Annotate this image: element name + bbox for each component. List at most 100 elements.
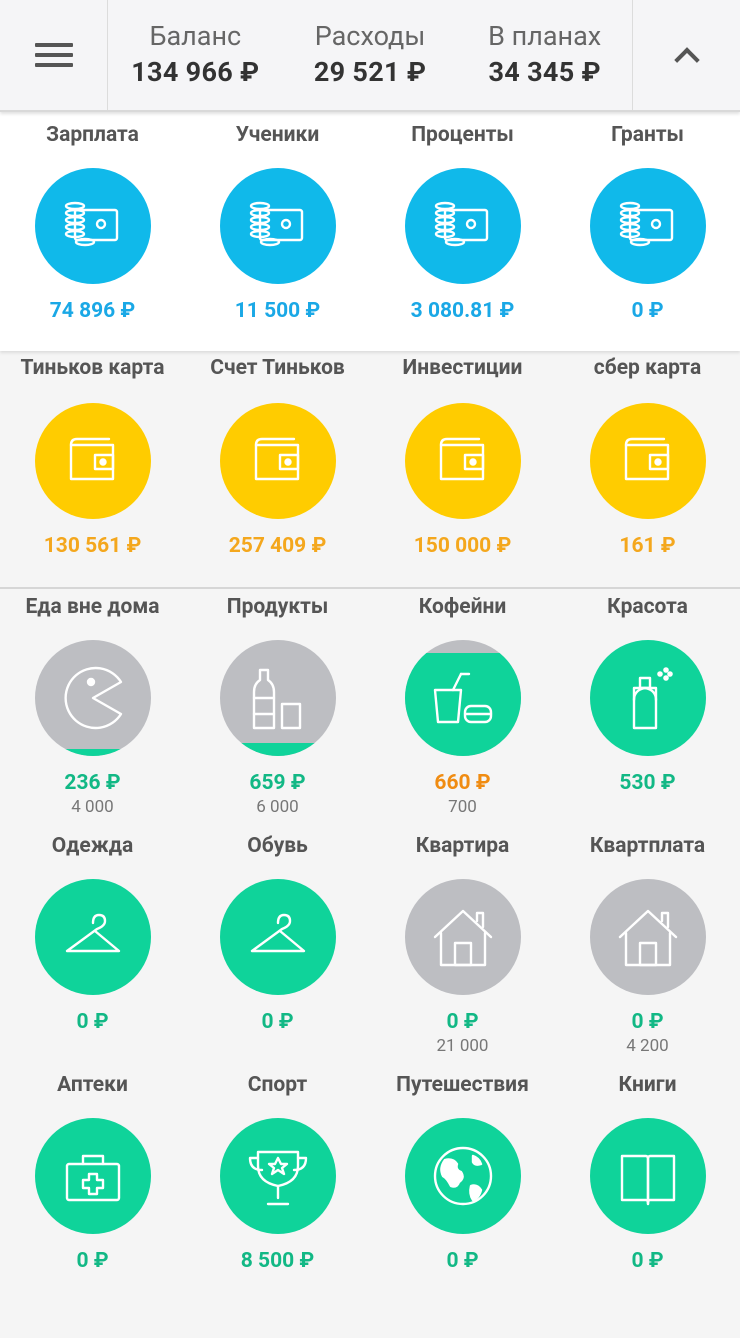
summary-stats[interactable]: Баланс 134 966 ₽ Расходы 29 521 ₽ В план… xyxy=(108,0,632,110)
money-icon xyxy=(219,168,336,284)
chevron-up-icon xyxy=(673,47,700,73)
hanger-icon xyxy=(219,879,336,995)
item-name: Квартплата xyxy=(589,834,706,858)
expense-item[interactable]: Спорт 8 500 ₽ xyxy=(185,1072,370,1274)
planned-stat: В планах 34 345 ₽ xyxy=(457,0,632,110)
expense-item[interactable]: Обувь 0 ₽ xyxy=(185,833,370,1035)
expense-item[interactable]: Кофейни 660 ₽ 700 xyxy=(370,594,555,818)
stat-value: 134 966 ₽ xyxy=(131,56,260,88)
item-amount: 74 896 ₽ xyxy=(49,299,136,323)
item-name: Ученики xyxy=(235,123,320,147)
item-name: Кофейни xyxy=(418,595,507,619)
globe-icon xyxy=(404,1118,521,1234)
item-name: Инвестиции xyxy=(402,356,523,380)
item-name: Счет Тиньков xyxy=(210,356,345,380)
expense-item[interactable]: Аптеки 0 ₽ xyxy=(0,1072,185,1274)
item-limit: 4 000 xyxy=(71,797,114,817)
item-name: Одежда xyxy=(51,834,134,858)
stat-value: 29 521 ₽ xyxy=(313,56,427,88)
money-icon xyxy=(404,168,521,284)
item-name: Проценты xyxy=(411,123,514,147)
item-amount: 0 ₽ xyxy=(446,1010,479,1034)
income-item[interactable]: Ученики 11 500 ₽ xyxy=(185,122,370,324)
income-item[interactable]: Зарплата 74 896 ₽ xyxy=(0,122,185,324)
expense-item[interactable]: Путешествия 0 ₽ xyxy=(370,1072,555,1274)
house-icon xyxy=(589,879,706,995)
item-amount: 150 000 ₽ xyxy=(413,534,512,558)
item-amount: 3 080.81 ₽ xyxy=(410,299,515,323)
income-item[interactable]: Гранты 0 ₽ xyxy=(555,122,740,324)
stat-label: В планах xyxy=(488,20,602,52)
stat-value: 34 345 ₽ xyxy=(488,56,601,88)
perfume-icon xyxy=(589,640,706,756)
item-amount: 659 ₽ xyxy=(249,771,306,795)
item-name: Гранты xyxy=(611,123,684,147)
income-section: Зарплата 74 896 ₽ Ученики 11 500 ₽ Проце… xyxy=(0,112,740,351)
item-amount: 161 ₽ xyxy=(619,534,676,558)
item-amount: 0 ₽ xyxy=(261,1010,294,1034)
money-icon xyxy=(34,168,151,284)
item-amount: 660 ₽ xyxy=(434,771,491,795)
item-name: сбер карта xyxy=(593,356,702,380)
item-amount: 0 ₽ xyxy=(631,1010,664,1034)
item-name: Красота xyxy=(607,595,688,619)
item-amount: 0 ₽ xyxy=(631,299,664,323)
hamburger-icon xyxy=(34,43,73,67)
item-name: Обувь xyxy=(247,834,308,858)
house-icon xyxy=(404,879,521,995)
item-name: Еда вне дома xyxy=(25,595,160,619)
expense-item[interactable]: Красота 530 ₽ xyxy=(555,594,740,796)
expenses-section: Еда вне дома 236 ₽ 4 000 Продукты 659 ₽ … xyxy=(0,589,740,1338)
menu-button[interactable] xyxy=(0,0,108,110)
accounts-section: Тиньков карта 130 561 ₽ Счет Тиньков 257… xyxy=(0,351,740,589)
item-limit: 21 000 xyxy=(436,1036,489,1056)
expense-item[interactable]: Еда вне дома 236 ₽ 4 000 xyxy=(0,594,185,818)
first-aid-icon xyxy=(34,1118,151,1234)
item-name: Спорт xyxy=(247,1073,308,1097)
expense-item[interactable]: Одежда 0 ₽ xyxy=(0,833,185,1035)
balance-stat: Баланс 134 966 ₽ xyxy=(108,0,283,110)
account-item[interactable]: Тиньков карта 130 561 ₽ xyxy=(0,355,185,559)
expenses-stat: Расходы 29 521 ₽ xyxy=(283,0,458,110)
item-limit: 700 xyxy=(448,797,477,817)
income-item[interactable]: Проценты 3 080.81 ₽ xyxy=(370,122,555,324)
wallet-icon xyxy=(219,403,336,519)
expense-item[interactable]: Квартплата 0 ₽ 4 200 xyxy=(555,833,740,1057)
expense-item[interactable]: Книги 0 ₽ xyxy=(555,1072,740,1274)
item-limit: 4 200 xyxy=(626,1036,669,1056)
drink-burger-icon xyxy=(404,640,521,756)
money-icon xyxy=(589,168,706,284)
wallet-icon xyxy=(34,403,151,519)
expense-item[interactable]: Продукты 659 ₽ 6 000 xyxy=(185,594,370,818)
book-icon xyxy=(589,1118,706,1234)
item-amount: 236 ₽ xyxy=(64,771,121,795)
collapse-button[interactable] xyxy=(632,0,740,110)
item-name: Путешествия xyxy=(396,1073,529,1097)
account-item[interactable]: Счет Тиньков 257 409 ₽ xyxy=(185,355,370,559)
account-item[interactable]: сбер карта 161 ₽ xyxy=(555,355,740,559)
trophy-icon xyxy=(219,1118,336,1234)
item-amount: 0 ₽ xyxy=(631,1249,664,1273)
item-amount: 0 ₽ xyxy=(76,1010,109,1034)
account-item[interactable]: Инвестиции 150 000 ₽ xyxy=(370,355,555,559)
item-name: Зарплата xyxy=(46,123,139,147)
item-amount: 8 500 ₽ xyxy=(240,1249,315,1273)
item-name: Книги xyxy=(618,1073,677,1097)
item-amount: 130 561 ₽ xyxy=(43,534,142,558)
item-limit: 6 000 xyxy=(256,797,299,817)
item-name: Аптеки xyxy=(57,1073,128,1097)
item-amount: 11 500 ₽ xyxy=(234,299,321,323)
item-name: Тиньков карта xyxy=(20,356,165,380)
stat-label: Баланс xyxy=(149,20,242,52)
wallet-icon xyxy=(589,403,706,519)
item-amount: 530 ₽ xyxy=(619,771,676,795)
stat-label: Расходы xyxy=(314,20,426,52)
item-amount: 0 ₽ xyxy=(446,1249,479,1273)
expense-item[interactable]: Квартира 0 ₽ 21 000 xyxy=(370,833,555,1057)
top-summary-bar: Баланс 134 966 ₽ Расходы 29 521 ₽ В план… xyxy=(0,0,740,112)
item-name: Продукты xyxy=(226,595,329,619)
pacman-icon xyxy=(34,640,151,756)
hanger-icon xyxy=(34,879,151,995)
bottle-glass-icon xyxy=(219,640,336,756)
item-amount: 0 ₽ xyxy=(76,1249,109,1273)
